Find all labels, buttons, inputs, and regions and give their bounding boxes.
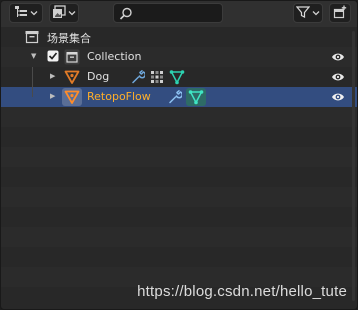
new-collection-icon (333, 5, 347, 22)
tree-item-retopoflow[interactable]: ▶ RetopoFlow (1, 87, 357, 107)
mesh-data-icon[interactable] (188, 89, 204, 108)
row-stripe (1, 187, 357, 207)
outliner-panel: 场景集合 ▼ Collection ▶ Dog ▶ RetopoFlow htt… (0, 0, 358, 310)
mesh-data-icon[interactable] (169, 69, 185, 88)
dog-label: Dog (87, 70, 110, 83)
collection-label: Collection (87, 50, 142, 63)
tree-item-collection[interactable]: ▼ Collection (1, 47, 357, 67)
new-collection-button[interactable] (329, 3, 351, 23)
funnel-icon (295, 5, 311, 22)
row-stripe (1, 107, 357, 127)
tree-line (32, 87, 33, 97)
eye-visible-icon[interactable] (331, 51, 345, 66)
checkbox-checked-icon[interactable] (47, 50, 59, 65)
expand-arrow-open-icon[interactable]: ▼ (31, 52, 36, 60)
collection-icon (64, 49, 80, 68)
display-mode-dropdown[interactable] (9, 3, 43, 23)
view-layer-dropdown[interactable] (49, 3, 79, 23)
outliner-view-icon (14, 5, 28, 22)
search-field[interactable] (113, 3, 223, 23)
mesh-object-icon (64, 89, 80, 108)
chevron-down-icon (30, 7, 38, 20)
view-layer-icon (52, 4, 66, 22)
search-input[interactable] (138, 5, 220, 21)
row-stripe (1, 227, 357, 247)
scene-collection-label: 场景集合 (47, 32, 91, 45)
expand-arrow-closed-icon[interactable]: ▶ (50, 92, 55, 100)
retopoflow-label: RetopoFlow (87, 90, 151, 103)
vertex-groups-icon[interactable] (150, 70, 164, 87)
outliner-header (1, 1, 357, 27)
mesh-object-icon (64, 69, 80, 88)
eye-visible-icon[interactable] (331, 91, 345, 106)
scrollbar[interactable] (352, 31, 355, 301)
eye-visible-icon[interactable] (331, 71, 345, 86)
row-stripe (1, 147, 357, 167)
chevron-down-icon (312, 7, 320, 20)
wrench-icon[interactable] (131, 70, 146, 87)
expand-arrow-closed-icon[interactable]: ▶ (50, 72, 55, 80)
filter-dropdown[interactable] (293, 3, 323, 23)
tree-item-dog[interactable]: ▶ Dog (1, 67, 357, 87)
watermark-text: https://blog.csdn.net/hello_tute (137, 283, 347, 300)
scene-collection-row[interactable]: 场景集合 (1, 27, 357, 47)
chevron-down-icon (68, 7, 76, 20)
tree-line (32, 67, 33, 87)
scene-collection-icon (25, 30, 39, 47)
wrench-icon[interactable] (168, 90, 183, 107)
